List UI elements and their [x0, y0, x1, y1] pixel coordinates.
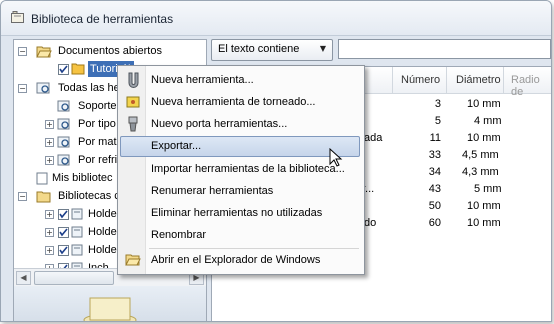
window-title: Biblioteca de herramientas: [31, 12, 174, 26]
menu-item-new-tool[interactable]: Nueva herramienta...: [120, 70, 360, 91]
expand-toggle[interactable]: +: [45, 210, 54, 219]
library-icon: [71, 208, 83, 220]
title-bar: Biblioteca de herramientas: [1, 1, 551, 36]
search-folder-icon: [36, 82, 50, 94]
library-icon: [71, 226, 83, 238]
scroll-thumb[interactable]: [34, 271, 114, 285]
tool-holder-icon: [128, 116, 138, 132]
collapse-toggle[interactable]: −: [18, 84, 27, 93]
search-folder-icon: [57, 154, 70, 166]
turning-tool-icon: [126, 96, 140, 108]
tool-icon: [128, 72, 139, 88]
expand-toggle[interactable]: +: [45, 138, 54, 147]
tool-library-window: Biblioteca de herramientas − Documentos …: [0, 0, 552, 322]
menu-item-import-tools[interactable]: Importar herramientas de la biblioteca..…: [120, 159, 360, 180]
filter-input[interactable]: [338, 39, 551, 59]
column-header-radius[interactable]: Radio de: [511, 74, 551, 98]
filter-mode-select[interactable]: El texto contiene ▼: [211, 39, 333, 61]
search-folder-icon: [57, 118, 70, 130]
folder-open-icon: [36, 46, 52, 58]
menu-item-renumber-tools[interactable]: Renumerar herramientas: [120, 181, 360, 202]
expand-toggle[interactable]: +: [45, 246, 54, 255]
menu-item-open-in-explorer[interactable]: Abrir en el Explorador de Windows: [120, 250, 360, 271]
search-folder-icon: [57, 100, 70, 112]
collapse-toggle[interactable]: −: [18, 192, 27, 201]
menu-item-new-tool-holder[interactable]: Nuevo porta herramientas...: [120, 114, 360, 135]
preview-area: [14, 286, 206, 321]
search-folder-icon: [57, 136, 70, 148]
menu-item-delete-unused-tools[interactable]: Eliminar herramientas no utilizadas: [120, 203, 360, 224]
mouse-cursor-icon: [329, 148, 343, 167]
menu-item-new-turning-tool[interactable]: Nueva herramienta de torneado...: [120, 92, 360, 113]
collapse-toggle[interactable]: −: [18, 47, 27, 56]
menu-item-rename[interactable]: Renombrar: [120, 225, 360, 246]
folder-open-icon: [125, 254, 141, 266]
expand-toggle[interactable]: +: [45, 120, 54, 129]
folder-icon: [71, 63, 85, 75]
tool-preview-icon: [83, 297, 137, 321]
column-header-number[interactable]: Número: [401, 74, 440, 86]
menu-item-export[interactable]: Exportar...: [120, 136, 360, 157]
context-menu: Nueva herramienta... Nueva herramienta d…: [117, 65, 365, 275]
tree-item-open-documents[interactable]: − Documentos abiertos: [14, 42, 204, 60]
column-header-diameter[interactable]: Diámetro: [456, 74, 501, 86]
checkbox[interactable]: [58, 209, 69, 220]
menu-separator: [149, 248, 359, 249]
expand-toggle[interactable]: +: [45, 228, 54, 237]
library-icon: [71, 244, 83, 256]
library-icon: [11, 11, 24, 23]
document-icon: [36, 172, 48, 185]
checkbox[interactable]: [58, 227, 69, 238]
expand-toggle[interactable]: +: [45, 156, 54, 165]
checkbox[interactable]: [58, 245, 69, 256]
scroll-left-button[interactable]: ◀: [16, 271, 31, 285]
folder-icon: [36, 191, 51, 203]
chevron-down-icon: ▼: [319, 44, 326, 53]
checkbox[interactable]: [58, 64, 69, 75]
